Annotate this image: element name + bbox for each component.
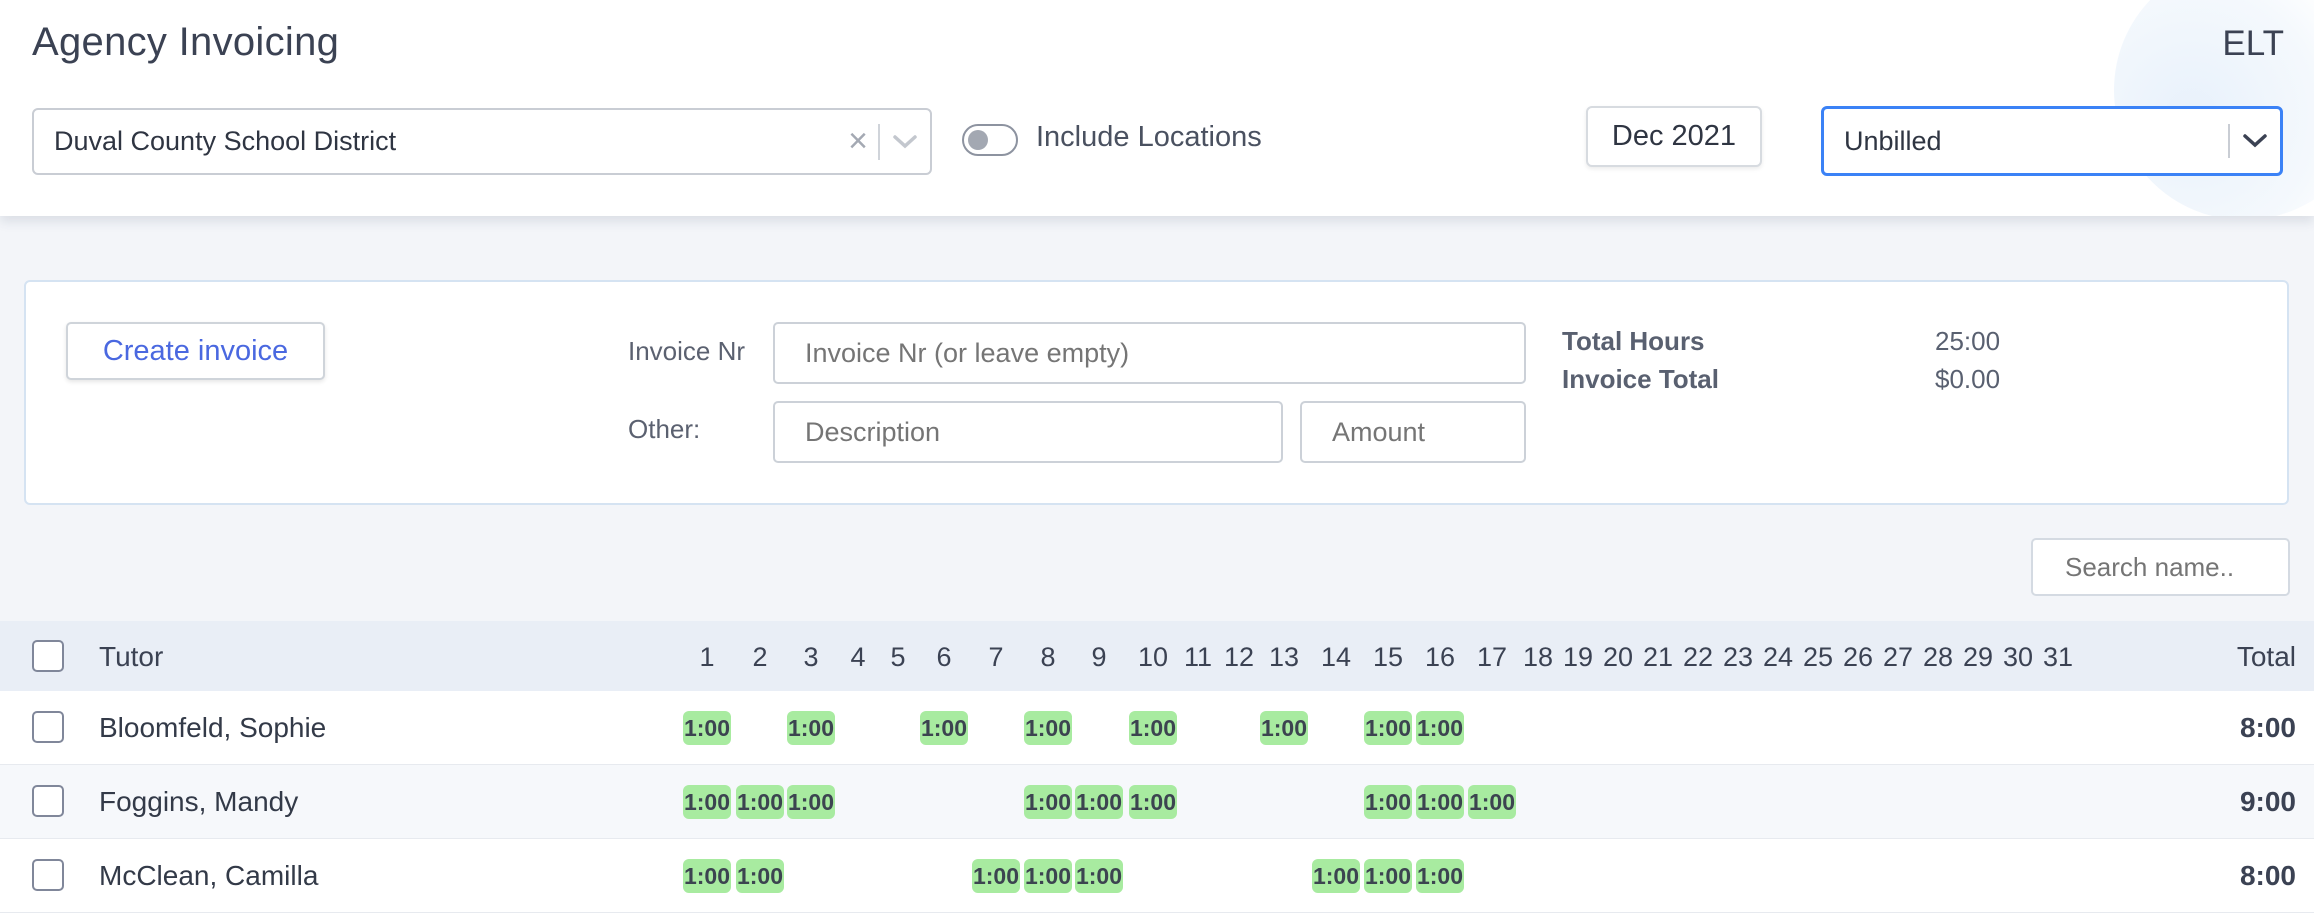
day-header: 1 <box>699 642 715 672</box>
billing-status-select[interactable]: Unbilled <box>1821 106 2283 176</box>
hours-chip[interactable]: 1:00 <box>683 859 731 893</box>
clear-icon[interactable]: × <box>838 122 878 161</box>
search-name-input[interactable] <box>2031 538 2290 596</box>
hours-chip[interactable]: 1:00 <box>972 859 1020 893</box>
hours-chip[interactable]: 1:00 <box>1024 711 1072 745</box>
amount-input[interactable] <box>1300 401 1526 463</box>
row-checkbox[interactable] <box>32 785 64 817</box>
day-header: 23 <box>1722 642 1754 672</box>
invoice-panel: Create invoice Invoice Nr Other: Total H… <box>24 280 2289 505</box>
day-header: 16 <box>1424 642 1456 672</box>
day-header: 17 <box>1476 642 1508 672</box>
total-hours-label: Total Hours <box>1562 326 1705 356</box>
org-code: ELT <box>2222 24 2284 63</box>
invoice-nr-input[interactable] <box>773 322 1526 384</box>
tutor-column-header: Tutor <box>99 641 164 672</box>
day-header: 5 <box>890 642 906 672</box>
agency-select-value: Duval County School District <box>54 126 397 156</box>
select-all-checkbox[interactable] <box>32 640 64 672</box>
day-header: 7 <box>988 642 1004 672</box>
day-header: 14 <box>1320 642 1352 672</box>
hours-chip[interactable]: 1:00 <box>787 785 835 819</box>
row-checkbox[interactable] <box>32 859 64 891</box>
hours-chip[interactable]: 1:00 <box>1024 785 1072 819</box>
day-header: 4 <box>850 642 866 672</box>
row-checkbox[interactable] <box>32 711 64 743</box>
invoice-nr-label: Invoice Nr <box>628 336 746 366</box>
day-header: 18 <box>1522 642 1554 672</box>
day-header: 3 <box>803 642 819 672</box>
table-row[interactable]: McClean, Camilla 1:00 1:00 1:00 1:00 1:00 1:00… <box>0 839 2314 913</box>
row-total: 8:00 <box>2239 712 2296 743</box>
table-row[interactable]: Bloomfeld, Sophie 1:00 1:00 1:00 1:00 1:00 1:0… <box>0 691 2314 765</box>
hours-chip[interactable]: 1:00 <box>920 711 968 745</box>
hours-chip[interactable]: 1:00 <box>1416 859 1464 893</box>
hours-chip[interactable]: 1:00 <box>1364 859 1412 893</box>
create-invoice-button[interactable]: Create invoice <box>66 322 325 380</box>
include-locations-label: Include Locations <box>1036 121 1262 153</box>
day-header: 22 <box>1682 642 1714 672</box>
day-header: 9 <box>1091 642 1107 672</box>
day-header: 2 <box>752 642 768 672</box>
description-input[interactable] <box>773 401 1283 463</box>
hours-chip[interactable]: 1:00 <box>683 711 731 745</box>
hours-chip[interactable]: 1:00 <box>1075 859 1123 893</box>
row-total: 8:00 <box>2239 860 2296 891</box>
day-header: 26 <box>1842 642 1874 672</box>
page-title: Agency Invoicing <box>32 20 340 64</box>
hours-chip[interactable]: 1:00 <box>1075 785 1123 819</box>
other-label: Other: <box>628 414 701 444</box>
month-picker-button[interactable]: Dec 2021 <box>1586 106 1762 167</box>
day-header: 8 <box>1040 642 1056 672</box>
hours-chip[interactable]: 1:00 <box>736 785 784 819</box>
day-header: 15 <box>1372 642 1404 672</box>
total-column-header: Total <box>2236 641 2296 672</box>
table-header-row: Tutor 1 2 3 4 5 6 7 8 9 10 11 12 13 14 15 16 17 18 19 20 21 2… <box>0 621 2314 691</box>
day-header: 31 <box>2042 642 2074 672</box>
hours-chip[interactable]: 1:00 <box>1468 785 1516 819</box>
day-header: 11 <box>1183 642 1213 672</box>
day-header: 30 <box>2002 642 2034 672</box>
day-header: 13 <box>1268 642 1300 672</box>
hours-chip[interactable]: 1:00 <box>1416 785 1464 819</box>
hours-chip[interactable]: 1:00 <box>1416 711 1464 745</box>
day-header: 20 <box>1602 642 1634 672</box>
tutor-name: Bloomfeld, Sophie <box>99 712 327 743</box>
hours-chip[interactable]: 1:00 <box>787 711 835 745</box>
invoice-total-label: Invoice Total <box>1562 364 1719 394</box>
hours-chip[interactable]: 1:00 <box>1364 711 1412 745</box>
tutor-name: Foggins, Mandy <box>99 786 299 817</box>
table-row[interactable]: Foggins, Mandy 1:00 1:00 1:00 1:00 1:00 1:00 1:… <box>0 765 2314 839</box>
day-header: 12 <box>1223 642 1255 672</box>
toggle-knob <box>968 130 988 150</box>
hours-chip[interactable]: 1:00 <box>683 785 731 819</box>
chevron-down-icon[interactable] <box>2230 133 2280 149</box>
hours-chip[interactable]: 1:00 <box>736 859 784 893</box>
hours-chip[interactable]: 1:00 <box>1129 711 1177 745</box>
include-locations-toggle[interactable] <box>962 124 1018 156</box>
top-header: Agency Invoicing ELT Duval County School… <box>0 0 2314 216</box>
day-header: 19 <box>1562 642 1594 672</box>
invoice-total-value: $0.00 <box>1935 364 2001 394</box>
hours-chip[interactable]: 1:00 <box>1129 785 1177 819</box>
day-header: 25 <box>1802 642 1834 672</box>
total-hours-value: 25:00 <box>1935 326 2001 356</box>
day-header: 29 <box>1962 642 1994 672</box>
day-header: 28 <box>1922 642 1954 672</box>
day-header: 27 <box>1882 642 1914 672</box>
billing-status-value: Unbilled <box>1844 125 1942 156</box>
hours-chip[interactable]: 1:00 <box>1312 859 1360 893</box>
agency-select[interactable]: Duval County School District × <box>32 108 932 175</box>
hours-chip[interactable]: 1:00 <box>1024 859 1072 893</box>
row-total: 9:00 <box>2239 786 2296 817</box>
tutor-name: McClean, Camilla <box>99 860 319 891</box>
hours-chip[interactable]: 1:00 <box>1260 711 1308 745</box>
day-header: 24 <box>1762 642 1794 672</box>
hours-chip[interactable]: 1:00 <box>1364 785 1412 819</box>
day-header: 21 <box>1642 642 1674 672</box>
day-header: 10 <box>1137 642 1169 672</box>
day-header: 6 <box>936 642 952 672</box>
chevron-down-icon[interactable] <box>880 134 930 150</box>
